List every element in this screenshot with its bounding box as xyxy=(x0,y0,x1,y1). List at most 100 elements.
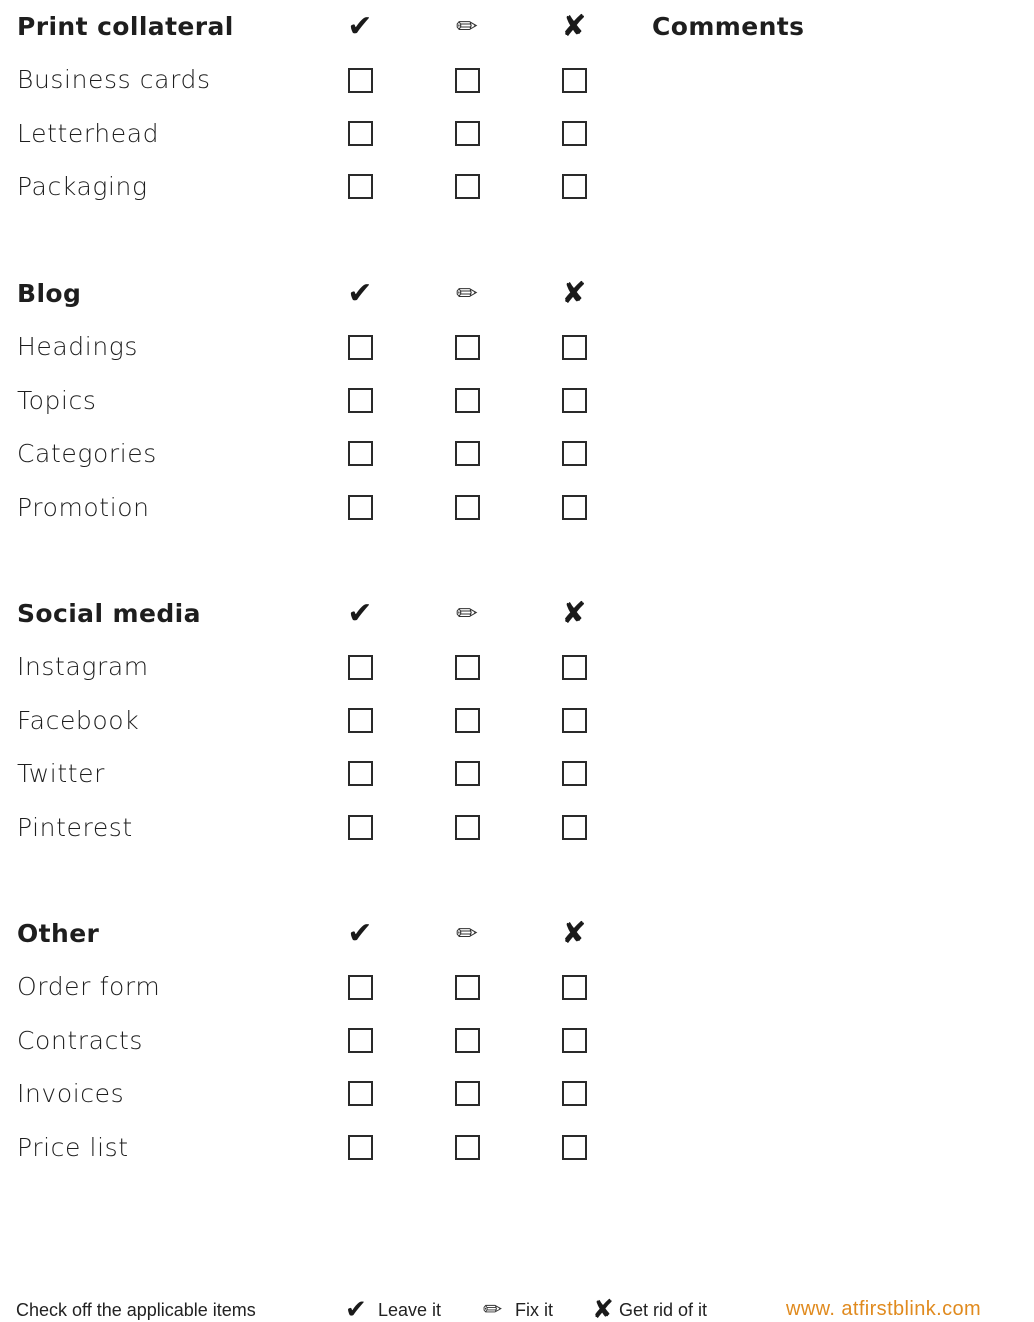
check-mark-icon: ✔ xyxy=(347,595,373,631)
section-header: Blog ✔ ✏ ✘ xyxy=(0,267,1034,320)
item-label: Contracts xyxy=(17,1025,143,1055)
get-rid-of-it-checkbox[interactable] xyxy=(561,1134,587,1160)
item-label: Topics xyxy=(17,385,97,415)
footer-instruction: Check off the applicable items xyxy=(16,1300,256,1320)
list-item: Invoices xyxy=(0,1067,1034,1120)
leave-it-checkbox[interactable] xyxy=(347,174,373,200)
get-rid-of-it-checkbox[interactable] xyxy=(561,1027,587,1053)
check-mark-icon: ✔ xyxy=(347,915,373,951)
list-item: Facebook xyxy=(0,694,1034,747)
cross-mark-icon: ✘ xyxy=(561,915,587,951)
fix-it-checkbox[interactable] xyxy=(454,174,480,200)
leave-it-checkbox[interactable] xyxy=(347,761,373,787)
item-label: Letterhead xyxy=(17,118,160,148)
list-item: Business cards xyxy=(0,53,1034,106)
fix-it-checkbox[interactable] xyxy=(454,441,480,467)
pencil-icon: ✏ xyxy=(456,278,478,309)
fix-it-checkbox[interactable] xyxy=(454,334,480,360)
fix-it-checkbox[interactable] xyxy=(454,387,480,413)
check-mark-icon: ✔ xyxy=(345,1295,367,1322)
list-item: Order form xyxy=(0,960,1034,1013)
fix-it-label: Fix it xyxy=(515,1300,553,1320)
pencil-icon: ✏ xyxy=(456,11,478,42)
fix-it-checkbox[interactable] xyxy=(454,654,480,680)
fix-it-checkbox[interactable] xyxy=(454,1134,480,1160)
leave-it-checkbox[interactable] xyxy=(347,1134,373,1160)
section-title: Blog xyxy=(17,279,82,308)
get-rid-of-it-checkbox[interactable] xyxy=(561,174,587,200)
section-header: Other ✔ ✏ ✘ xyxy=(0,907,1034,960)
leave-it-checkbox[interactable] xyxy=(347,1027,373,1053)
pencil-icon: ✏ xyxy=(483,1297,503,1322)
get-rid-of-it-checkbox[interactable] xyxy=(561,761,587,787)
get-rid-of-it-checkbox[interactable] xyxy=(561,120,587,146)
item-label: Headings xyxy=(17,332,138,362)
section-other: Other ✔ ✏ ✘ Order form Contracts Invoice… xyxy=(0,907,1034,1174)
section-print-collateral: Print collateral ✔ ✏ ✘ Comments Business… xyxy=(0,0,1034,214)
cross-mark-icon: ✘ xyxy=(561,8,587,44)
leave-it-label: Leave it xyxy=(378,1300,442,1320)
item-label: Order form xyxy=(17,972,161,1002)
leave-it-checkbox[interactable] xyxy=(347,494,373,520)
website-link[interactable]: www. atfirstblink.com xyxy=(786,1292,981,1322)
fix-it-checkbox[interactable] xyxy=(454,1081,480,1107)
list-item: Categories xyxy=(0,427,1034,480)
fix-it-checkbox[interactable] xyxy=(454,814,480,840)
item-label: Facebook xyxy=(17,705,140,735)
leave-it-checkbox[interactable] xyxy=(347,814,373,840)
get-rid-of-it-checkbox[interactable] xyxy=(561,441,587,467)
list-item: Pinterest xyxy=(0,801,1034,854)
list-item: Instagram xyxy=(0,640,1034,693)
get-rid-of-it-checkbox[interactable] xyxy=(561,334,587,360)
fix-it-checkbox[interactable] xyxy=(454,120,480,146)
leave-it-checkbox[interactable] xyxy=(347,120,373,146)
list-item: Promotion xyxy=(0,481,1034,534)
get-rid-of-it-checkbox[interactable] xyxy=(561,494,587,520)
get-rid-of-it-checkbox[interactable] xyxy=(561,67,587,93)
item-label: Business cards xyxy=(17,65,211,95)
pencil-icon: ✏ xyxy=(456,918,478,949)
get-rid-of-it-checkbox[interactable] xyxy=(561,387,587,413)
get-rid-of-it-checkbox[interactable] xyxy=(561,974,587,1000)
leave-it-checkbox[interactable] xyxy=(347,334,373,360)
check-mark-icon: ✔ xyxy=(347,275,373,311)
get-rid-of-it-label: Get rid of it xyxy=(619,1300,708,1320)
leave-it-checkbox[interactable] xyxy=(347,67,373,93)
get-rid-of-it-checkbox[interactable] xyxy=(561,814,587,840)
cross-mark-icon: ✘ xyxy=(561,595,587,631)
get-rid-of-it-checkbox[interactable] xyxy=(561,707,587,733)
fix-it-checkbox[interactable] xyxy=(454,707,480,733)
fix-it-checkbox[interactable] xyxy=(454,974,480,1000)
comments-heading: Comments xyxy=(652,12,805,41)
item-label: Pinterest xyxy=(17,812,133,842)
list-item: Headings xyxy=(0,320,1034,373)
get-rid-of-it-checkbox[interactable] xyxy=(561,654,587,680)
leave-it-checkbox[interactable] xyxy=(347,441,373,467)
item-label: Instagram xyxy=(17,652,149,682)
item-label: Packaging xyxy=(17,172,148,202)
item-label: Price list xyxy=(17,1132,129,1162)
section-social-media: Social media ✔ ✏ ✘ Instagram Facebook Tw… xyxy=(0,587,1034,854)
leave-it-checkbox[interactable] xyxy=(347,387,373,413)
get-rid-of-it-checkbox[interactable] xyxy=(561,1081,587,1107)
list-item: Topics xyxy=(0,374,1034,427)
fix-it-checkbox[interactable] xyxy=(454,761,480,787)
list-item: Packaging xyxy=(0,160,1034,213)
check-mark-icon: ✔ xyxy=(347,8,373,44)
section-title: Social media xyxy=(17,599,201,628)
list-item: Letterhead xyxy=(0,107,1034,160)
fix-it-checkbox[interactable] xyxy=(454,67,480,93)
footer-legend: Check off the applicable items ✔ Leave i… xyxy=(0,1292,1034,1322)
section-blog: Blog ✔ ✏ ✘ Headings Topics Categories Pr… xyxy=(0,267,1034,534)
fix-it-checkbox[interactable] xyxy=(454,1027,480,1053)
item-label: Categories xyxy=(17,439,157,469)
item-label: Invoices xyxy=(17,1079,125,1109)
fix-it-checkbox[interactable] xyxy=(454,494,480,520)
leave-it-checkbox[interactable] xyxy=(347,1081,373,1107)
item-label: Promotion xyxy=(17,492,150,522)
item-label: Twitter xyxy=(17,759,105,789)
leave-it-checkbox[interactable] xyxy=(347,974,373,1000)
leave-it-checkbox[interactable] xyxy=(347,707,373,733)
cross-mark-icon: ✘ xyxy=(561,275,587,311)
leave-it-checkbox[interactable] xyxy=(347,654,373,680)
